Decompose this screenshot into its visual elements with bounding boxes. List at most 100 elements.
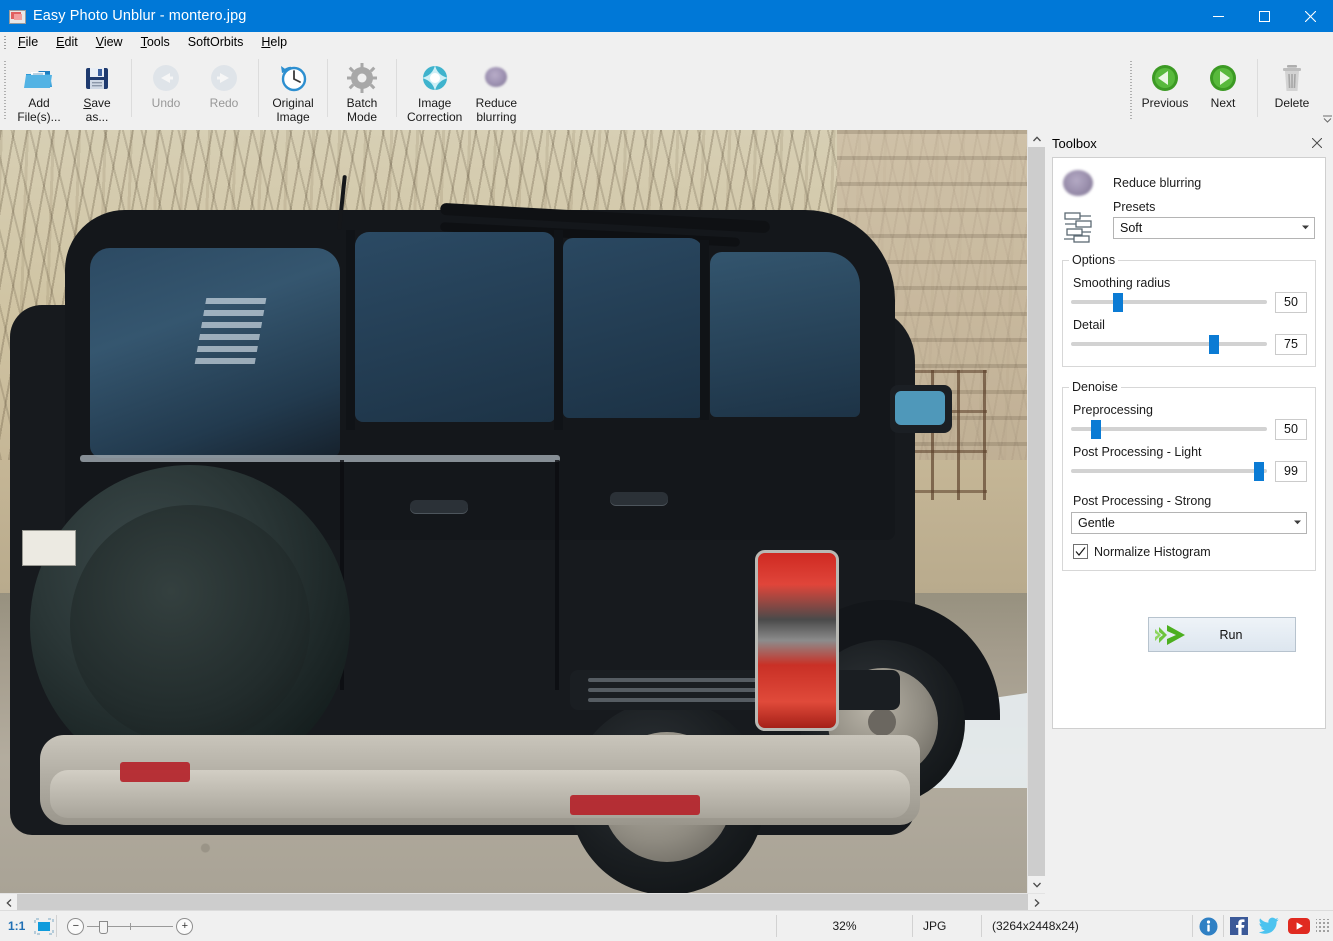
presets-label: Presets — [1113, 200, 1156, 214]
previous-label: Previous — [1141, 96, 1189, 110]
zoom-in-button[interactable]: + — [176, 917, 194, 935]
detail-value[interactable]: 75 — [1275, 333, 1307, 355]
batch-mode-button[interactable]: Batch Mode — [333, 56, 391, 127]
delete-button[interactable]: Delete — [1263, 56, 1321, 114]
normalize-histogram-checkbox[interactable] — [1073, 544, 1088, 559]
menu-item-file[interactable]: File — [9, 33, 47, 53]
save-as-label: Save as... — [83, 96, 111, 124]
reduce-blurring-button[interactable]: Reduce blurring — [467, 56, 525, 127]
toolbar-separator-4 — [396, 59, 397, 117]
preprocessing-label: Preprocessing — [1073, 403, 1153, 417]
clock-history-icon — [277, 62, 309, 94]
toolbar-grip — [0, 56, 10, 126]
menu-item-softorbits[interactable]: SoftOrbits — [179, 33, 253, 53]
redo-label: Redo — [209, 96, 239, 110]
menu-item-view[interactable]: View — [87, 33, 132, 53]
scroll-left-button[interactable] — [0, 894, 17, 911]
smoothing-radius-label: Smoothing radius — [1073, 276, 1171, 290]
undo-button[interactable]: Undo — [137, 56, 195, 114]
scroll-up-button[interactable] — [1028, 130, 1045, 147]
slider-thumb[interactable] — [1091, 420, 1102, 439]
title-bar: Easy Photo Unblur - montero.jpg — [0, 0, 1333, 32]
zoom-track[interactable] — [87, 920, 174, 934]
preprocessing-value[interactable]: 50 — [1275, 418, 1307, 440]
next-label: Next — [1210, 96, 1236, 110]
slider-thumb[interactable] — [1254, 462, 1265, 481]
detail-label: Detail — [1073, 318, 1105, 332]
run-button[interactable]: Run — [1148, 617, 1296, 652]
denoise-legend: Denoise — [1072, 380, 1118, 394]
vertical-scrollbar[interactable] — [1027, 130, 1045, 893]
toolbar-right-group: Previous Next Delete — [1126, 53, 1333, 127]
post-processing-light-value[interactable]: 99 — [1275, 460, 1307, 482]
youtube-icon[interactable] — [1284, 911, 1314, 941]
smoothing-radius-slider[interactable] — [1071, 291, 1267, 313]
chevron-down-icon — [1322, 115, 1332, 123]
detail-slider[interactable] — [1071, 333, 1267, 355]
zoom-out-button[interactable]: − — [67, 917, 85, 935]
smoothing-radius-value[interactable]: 50 — [1275, 291, 1307, 313]
presets-combobox[interactable]: Soft — [1113, 217, 1315, 239]
zoom-slider[interactable]: − + — [57, 917, 203, 935]
sparkle-star-icon — [419, 62, 451, 94]
toolbox-close-button[interactable] — [1307, 133, 1327, 153]
next-button[interactable]: Next — [1194, 56, 1252, 114]
detail-row: 75 — [1071, 333, 1307, 355]
fit-to-window-button[interactable] — [32, 916, 56, 936]
close-button[interactable] — [1287, 0, 1333, 32]
normalize-histogram-row[interactable]: Normalize Histogram — [1073, 544, 1307, 559]
post-processing-light-slider[interactable] — [1071, 460, 1267, 482]
toolbar-overflow-button[interactable] — [1321, 53, 1333, 127]
maximize-button[interactable] — [1241, 0, 1287, 32]
menu-grip — [0, 32, 9, 53]
menu-item-edit[interactable]: Edit — [47, 33, 87, 53]
blur-circle-icon — [1063, 170, 1093, 196]
original-image-button[interactable]: Original Image — [264, 56, 322, 127]
redo-arrow-icon — [208, 62, 240, 94]
scroll-down-button[interactable] — [1028, 876, 1045, 893]
save-as-button[interactable]: Save as... — [68, 56, 126, 127]
smoothing-radius-row: 50 — [1071, 291, 1307, 313]
slider-thumb[interactable] — [1113, 293, 1124, 312]
operation-name: Reduce blurring — [1113, 176, 1202, 190]
trash-can-icon — [1276, 62, 1308, 94]
menu-item-tools[interactable]: Tools — [132, 33, 179, 53]
twitter-icon[interactable] — [1254, 911, 1284, 941]
presets-row: Presets Soft — [1053, 196, 1325, 244]
horizontal-scrollbar[interactable] — [0, 893, 1045, 911]
floppy-save-icon — [81, 62, 113, 94]
zoom-knob[interactable] — [99, 920, 109, 934]
post-processing-strong-value: Gentle — [1078, 516, 1115, 530]
menu-item-help[interactable]: Help — [252, 33, 296, 53]
green-left-arrow-icon — [1149, 62, 1181, 94]
zoom-ratio-label: 1:1 — [8, 919, 26, 933]
menu-bar: File Edit View Tools SoftOrbits Help — [0, 32, 1333, 53]
photo-suv — [10, 170, 1000, 893]
gear-icon — [346, 62, 378, 94]
resize-grip[interactable] — [1316, 919, 1330, 933]
preprocessing-slider[interactable] — [1071, 418, 1267, 440]
preprocessing-row: 50 — [1071, 418, 1307, 440]
previous-button[interactable]: Previous — [1136, 56, 1194, 114]
chevron-left-icon — [5, 898, 11, 907]
redo-button[interactable]: Redo — [195, 56, 253, 114]
minimize-button[interactable] — [1195, 0, 1241, 32]
add-files-button[interactable]: Add File(s)... — [10, 56, 68, 127]
file-format-label: JPG — [923, 919, 947, 933]
horizontal-scroll-thumb[interactable] — [17, 894, 1028, 911]
scroll-right-button[interactable] — [1028, 894, 1045, 911]
image-correction-button[interactable]: Image Correction — [402, 56, 467, 127]
toolbar-separator — [131, 59, 132, 117]
photo-image[interactable] — [0, 130, 1027, 893]
post-processing-strong-combobox[interactable]: Gentle — [1071, 512, 1307, 534]
slider-thumb[interactable] — [1209, 335, 1220, 354]
facebook-icon[interactable] — [1224, 911, 1254, 941]
menu-item-softorbits-label: SoftOrbits — [187, 34, 244, 49]
toolbar-right-grip — [1126, 56, 1136, 126]
vertical-scroll-thumb[interactable] — [1028, 147, 1045, 876]
info-icon[interactable] — [1193, 911, 1223, 941]
denoise-group: Denoise Preprocessing 50 Post Processing… — [1062, 380, 1316, 571]
photo-app-icon — [9, 8, 26, 24]
normalize-histogram-label: Normalize Histogram — [1094, 544, 1211, 559]
chevron-down-icon — [1032, 882, 1041, 888]
